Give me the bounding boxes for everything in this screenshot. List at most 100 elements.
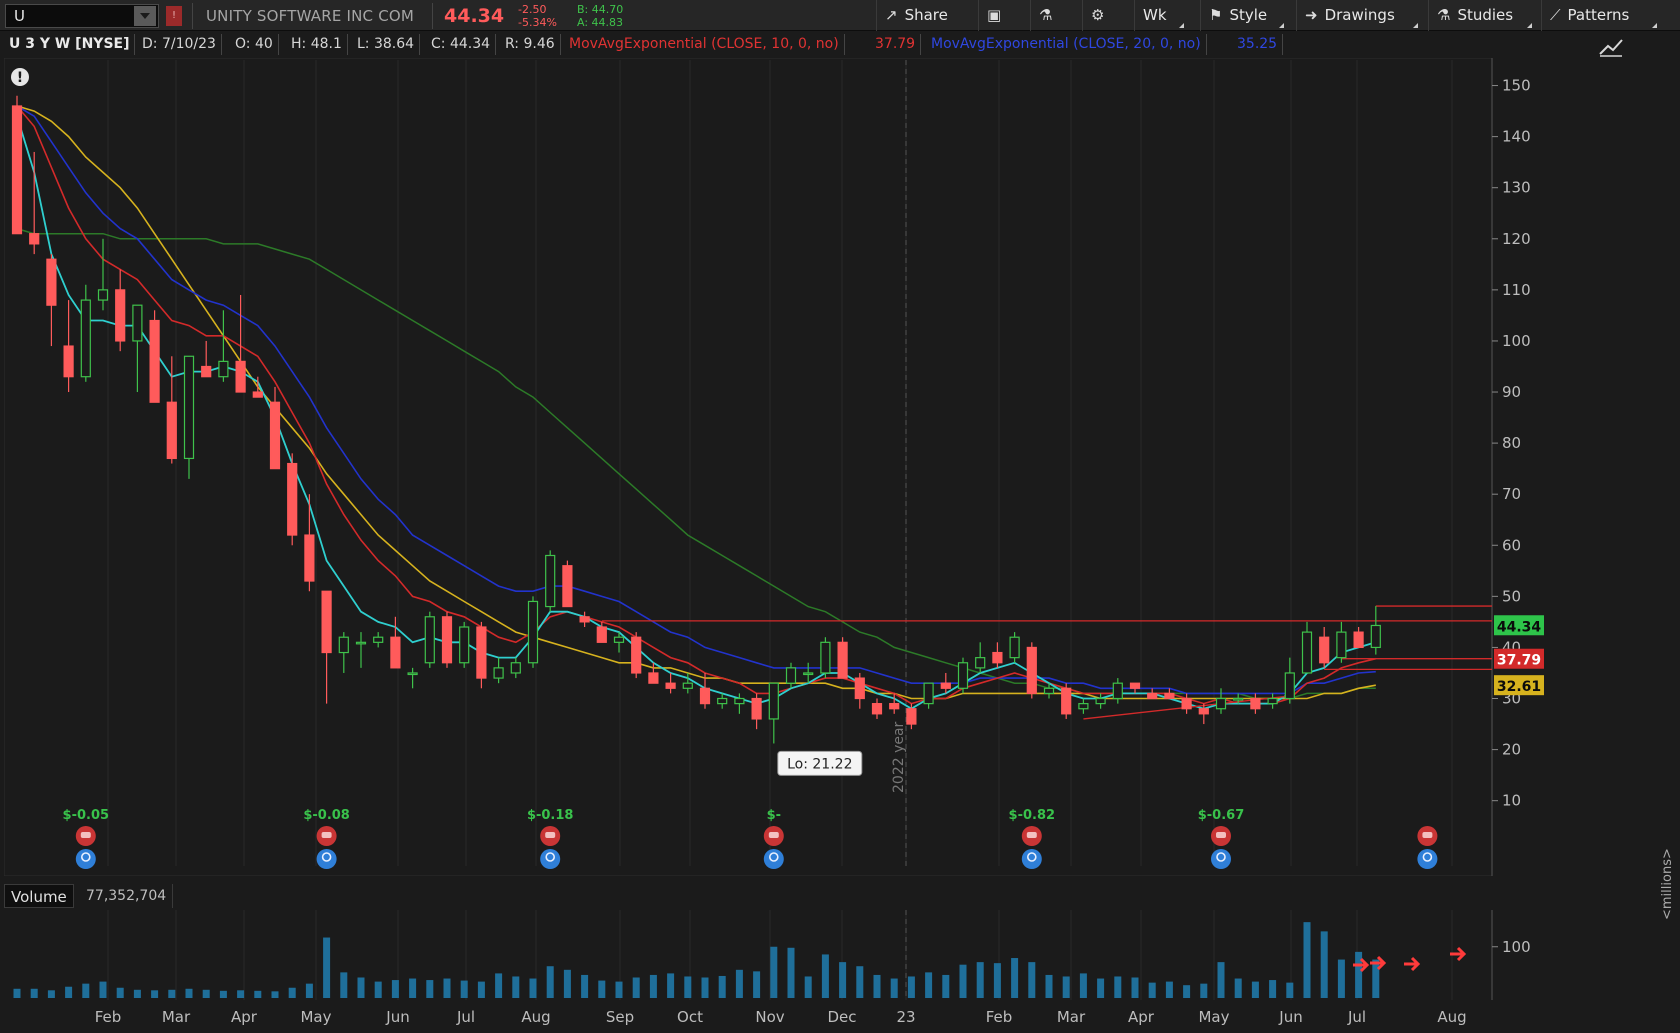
bar-range: R: 9.46 xyxy=(500,34,561,55)
flask-button[interactable]: ⚗ xyxy=(1030,0,1074,31)
volume-bar xyxy=(151,990,159,998)
volume-bar xyxy=(1045,974,1053,998)
candle-body xyxy=(476,626,487,679)
volume-bar xyxy=(598,980,606,998)
timeframe-button[interactable]: Wk xyxy=(1134,0,1186,31)
volume-bar xyxy=(82,983,90,998)
volume-bar xyxy=(288,987,296,998)
volume-bar xyxy=(323,937,331,998)
volume-unit-label: <millions> xyxy=(1660,848,1675,920)
candle-body xyxy=(820,641,831,674)
ema20-study-value: 35.25 xyxy=(1232,34,1284,55)
earnings-eps-label: $-0.05 xyxy=(63,808,110,823)
volume-bar xyxy=(374,981,382,998)
time-axis-label: Jun xyxy=(1279,1008,1303,1026)
volume-bar xyxy=(202,989,210,998)
patterns-label: Patterns xyxy=(1567,6,1630,24)
price-tick-label: 60 xyxy=(1502,536,1521,554)
price-chart-panel[interactable]: 2022 year 150 140 130 120 110 100 90 80 70 60 50 40 3… xyxy=(4,58,1680,876)
candle-body xyxy=(355,641,367,645)
volume-bar xyxy=(305,983,313,998)
candle-body xyxy=(854,677,865,700)
volume-bar xyxy=(1269,980,1277,998)
volume-tick-label: 100 xyxy=(1502,938,1531,956)
candle-body xyxy=(11,105,23,235)
dividend-bulb-icon xyxy=(540,849,561,869)
snapshot-button[interactable]: ▣ xyxy=(978,0,1022,31)
candle-body xyxy=(699,687,711,705)
volume-bar xyxy=(391,980,399,998)
share-icon: ↗ xyxy=(885,6,898,24)
time-axis-label: Oct xyxy=(677,1008,703,1026)
drawings-button[interactable]: ➜ Drawings xyxy=(1296,0,1420,31)
patterns-button[interactable]: ⟋ Patterns xyxy=(1541,0,1659,31)
drawing-tool-icon[interactable] xyxy=(1598,36,1624,58)
volume-bar xyxy=(546,966,554,998)
phone-icon-shape xyxy=(768,832,779,838)
toolbar-divider xyxy=(432,3,433,29)
symbol-dropdown-button[interactable] xyxy=(134,6,156,26)
phone-icon-shape xyxy=(1216,832,1226,838)
volume-bar xyxy=(99,981,107,998)
volume-chart[interactable]: 100 xyxy=(4,910,1680,1000)
volume-bar xyxy=(718,975,726,998)
snapshot-icon: ▣ xyxy=(987,6,1002,24)
candle-body xyxy=(992,651,1003,664)
candle-body xyxy=(596,626,607,643)
volume-bar xyxy=(1165,981,1173,998)
alert-icon-glyph: ! xyxy=(17,70,23,86)
price-tick-label: 110 xyxy=(1502,281,1531,299)
candle-body xyxy=(252,391,263,398)
candle-body xyxy=(1078,703,1089,710)
flask-icon: ⚗ xyxy=(1437,6,1451,24)
candle-body xyxy=(269,401,281,470)
volume-bar xyxy=(1097,978,1105,998)
candle-body xyxy=(304,534,315,582)
candle-body xyxy=(510,662,521,674)
time-axis-label: Jun xyxy=(386,1008,410,1026)
volume-bar xyxy=(409,978,417,998)
style-button[interactable]: ⚑ Style xyxy=(1200,0,1286,31)
plot-background xyxy=(4,58,1493,876)
volume-bar xyxy=(1355,951,1363,998)
candle-body xyxy=(923,682,934,705)
style-label: Style xyxy=(1229,6,1268,24)
settings-button[interactable]: ⚙ xyxy=(1082,0,1126,31)
candle-body xyxy=(957,662,969,689)
volume-value: 77,352,704 xyxy=(80,884,174,908)
volume-bar xyxy=(219,990,227,998)
share-button[interactable]: ↗ Share xyxy=(876,0,956,31)
candle xyxy=(562,560,573,608)
time-axis-label: Aug xyxy=(1437,1008,1467,1026)
candle-body xyxy=(975,657,986,669)
price-tick-label: 90 xyxy=(1502,383,1521,401)
bid-price: B: 44.70 xyxy=(577,3,624,16)
studies-button[interactable]: ⚗ Studies xyxy=(1428,0,1534,31)
volume-bar xyxy=(667,973,675,998)
time-axis-label: Mar xyxy=(161,1008,191,1026)
candle xyxy=(527,596,539,668)
time-axis-label: Apr xyxy=(1128,1008,1154,1026)
candle-body xyxy=(1267,697,1278,705)
timeframe-label: Wk xyxy=(1143,6,1167,24)
time-axis[interactable]: Feb Mar Apr May Jun Jul Aug Sep Oct Nov Dec 23 Feb Ma… xyxy=(4,1000,1594,1033)
candle-body xyxy=(80,299,91,378)
candle-body xyxy=(493,667,504,679)
candle-body xyxy=(63,345,74,378)
gear-icon: ⚙ xyxy=(1091,6,1105,24)
candle-body xyxy=(648,672,659,684)
symbol-text: U xyxy=(14,7,25,25)
price-tick-label: 50 xyxy=(1502,587,1521,605)
chart-symbol-label[interactable]: U 3 Y W [NYSE] xyxy=(4,34,136,55)
volume-label[interactable]: Volume xyxy=(4,884,74,908)
time-axis-label: Apr xyxy=(231,1008,257,1026)
volume-bar xyxy=(787,947,795,998)
volume-bar xyxy=(1028,962,1036,998)
candle-body xyxy=(1112,682,1123,700)
volume-bar xyxy=(890,978,898,998)
alert-flag-icon[interactable]: ! xyxy=(166,6,182,26)
ema20-study-label[interactable]: MovAvgExponential (CLOSE, 20, 0, no) xyxy=(926,34,1207,55)
ema10-study-label[interactable]: MovAvgExponential (CLOSE, 10, 0, no) xyxy=(564,34,845,55)
price-chart[interactable]: 2022 year1501401301201101009080706050403… xyxy=(4,58,1680,876)
low-callout-text: Lo: 21.22 xyxy=(787,756,852,772)
